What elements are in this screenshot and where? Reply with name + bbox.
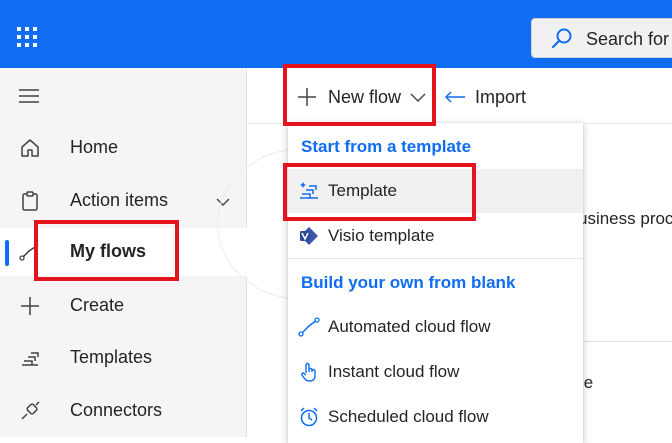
sidebar-item-label: My flows	[70, 241, 147, 261]
sidebar-item-connectors[interactable]: Connectors	[0, 387, 247, 435]
search-box[interactable]: Search for l	[531, 18, 672, 58]
menu-divider	[288, 258, 583, 259]
sidebar-item-label: Action items	[70, 190, 169, 210]
import-label: Import	[475, 87, 527, 107]
template-icon	[298, 180, 320, 202]
hamburger-icon[interactable]	[19, 88, 39, 109]
selection-indicator	[5, 240, 9, 266]
clipboard-icon	[19, 190, 41, 212]
menu-item-automated-cloud-flow[interactable]: Automated cloud flow	[288, 305, 583, 349]
search-placeholder: Search for l	[586, 29, 672, 49]
menu-item-visio-template[interactable]: Visio template	[288, 214, 583, 258]
plus-icon	[19, 295, 41, 317]
home-icon	[19, 137, 41, 159]
alarm-clock-icon	[298, 406, 320, 428]
menu-item-template[interactable]: Template	[288, 169, 583, 213]
section-heading: Start from a template	[301, 137, 472, 156]
visio-icon	[298, 225, 320, 247]
touch-icon	[298, 361, 320, 383]
new-flow-button[interactable]: New flow	[296, 85, 436, 111]
import-button[interactable]: Import	[444, 85, 544, 111]
background-text: usiness proc	[578, 209, 672, 228]
templates-icon	[19, 347, 41, 369]
chevron-down-icon	[410, 90, 426, 108]
sidebar-item-label: Home	[70, 137, 119, 157]
top-bar: Search for l	[0, 0, 672, 68]
automated-flow-icon	[298, 316, 320, 338]
section-heading: Build your own from blank	[301, 273, 516, 292]
menu-item-label: Automated cloud flow	[328, 317, 491, 336]
sidebar-item-label: Create	[70, 295, 125, 315]
new-flow-label: New flow	[328, 87, 402, 107]
menu-item-scheduled-cloud-flow[interactable]: Scheduled cloud flow	[288, 395, 583, 439]
menu-item-label: Scheduled cloud flow	[328, 407, 489, 426]
divider	[583, 341, 672, 342]
sidebar-item-home[interactable]: Home	[0, 124, 247, 172]
sidebar-item-my-flows[interactable]: My flows	[0, 228, 247, 276]
menu-item-label: Template	[328, 181, 397, 200]
plus-icon	[296, 86, 318, 113]
connector-icon	[19, 400, 41, 422]
sidebar-item-label: Connectors	[70, 400, 163, 420]
sidebar-item-create[interactable]: Create	[0, 282, 247, 330]
import-arrow-icon	[444, 88, 466, 111]
new-flow-menu: Start from a template Template Visio tem…	[288, 123, 583, 443]
menu-item-instant-cloud-flow[interactable]: Instant cloud flow	[288, 350, 583, 394]
sidebar-item-label: Templates	[70, 347, 153, 367]
menu-item-label: Visio template	[328, 226, 435, 245]
sidebar-item-action-items[interactable]: Action items	[0, 177, 247, 225]
flow-icon	[19, 241, 41, 263]
search-icon	[551, 28, 573, 55]
sidebar: Home Action items My flows Create Templa…	[0, 68, 247, 437]
menu-item-label: Instant cloud flow	[328, 362, 460, 381]
app-launcher-icon[interactable]	[17, 27, 37, 47]
sidebar-item-templates[interactable]: Templates	[0, 334, 247, 382]
